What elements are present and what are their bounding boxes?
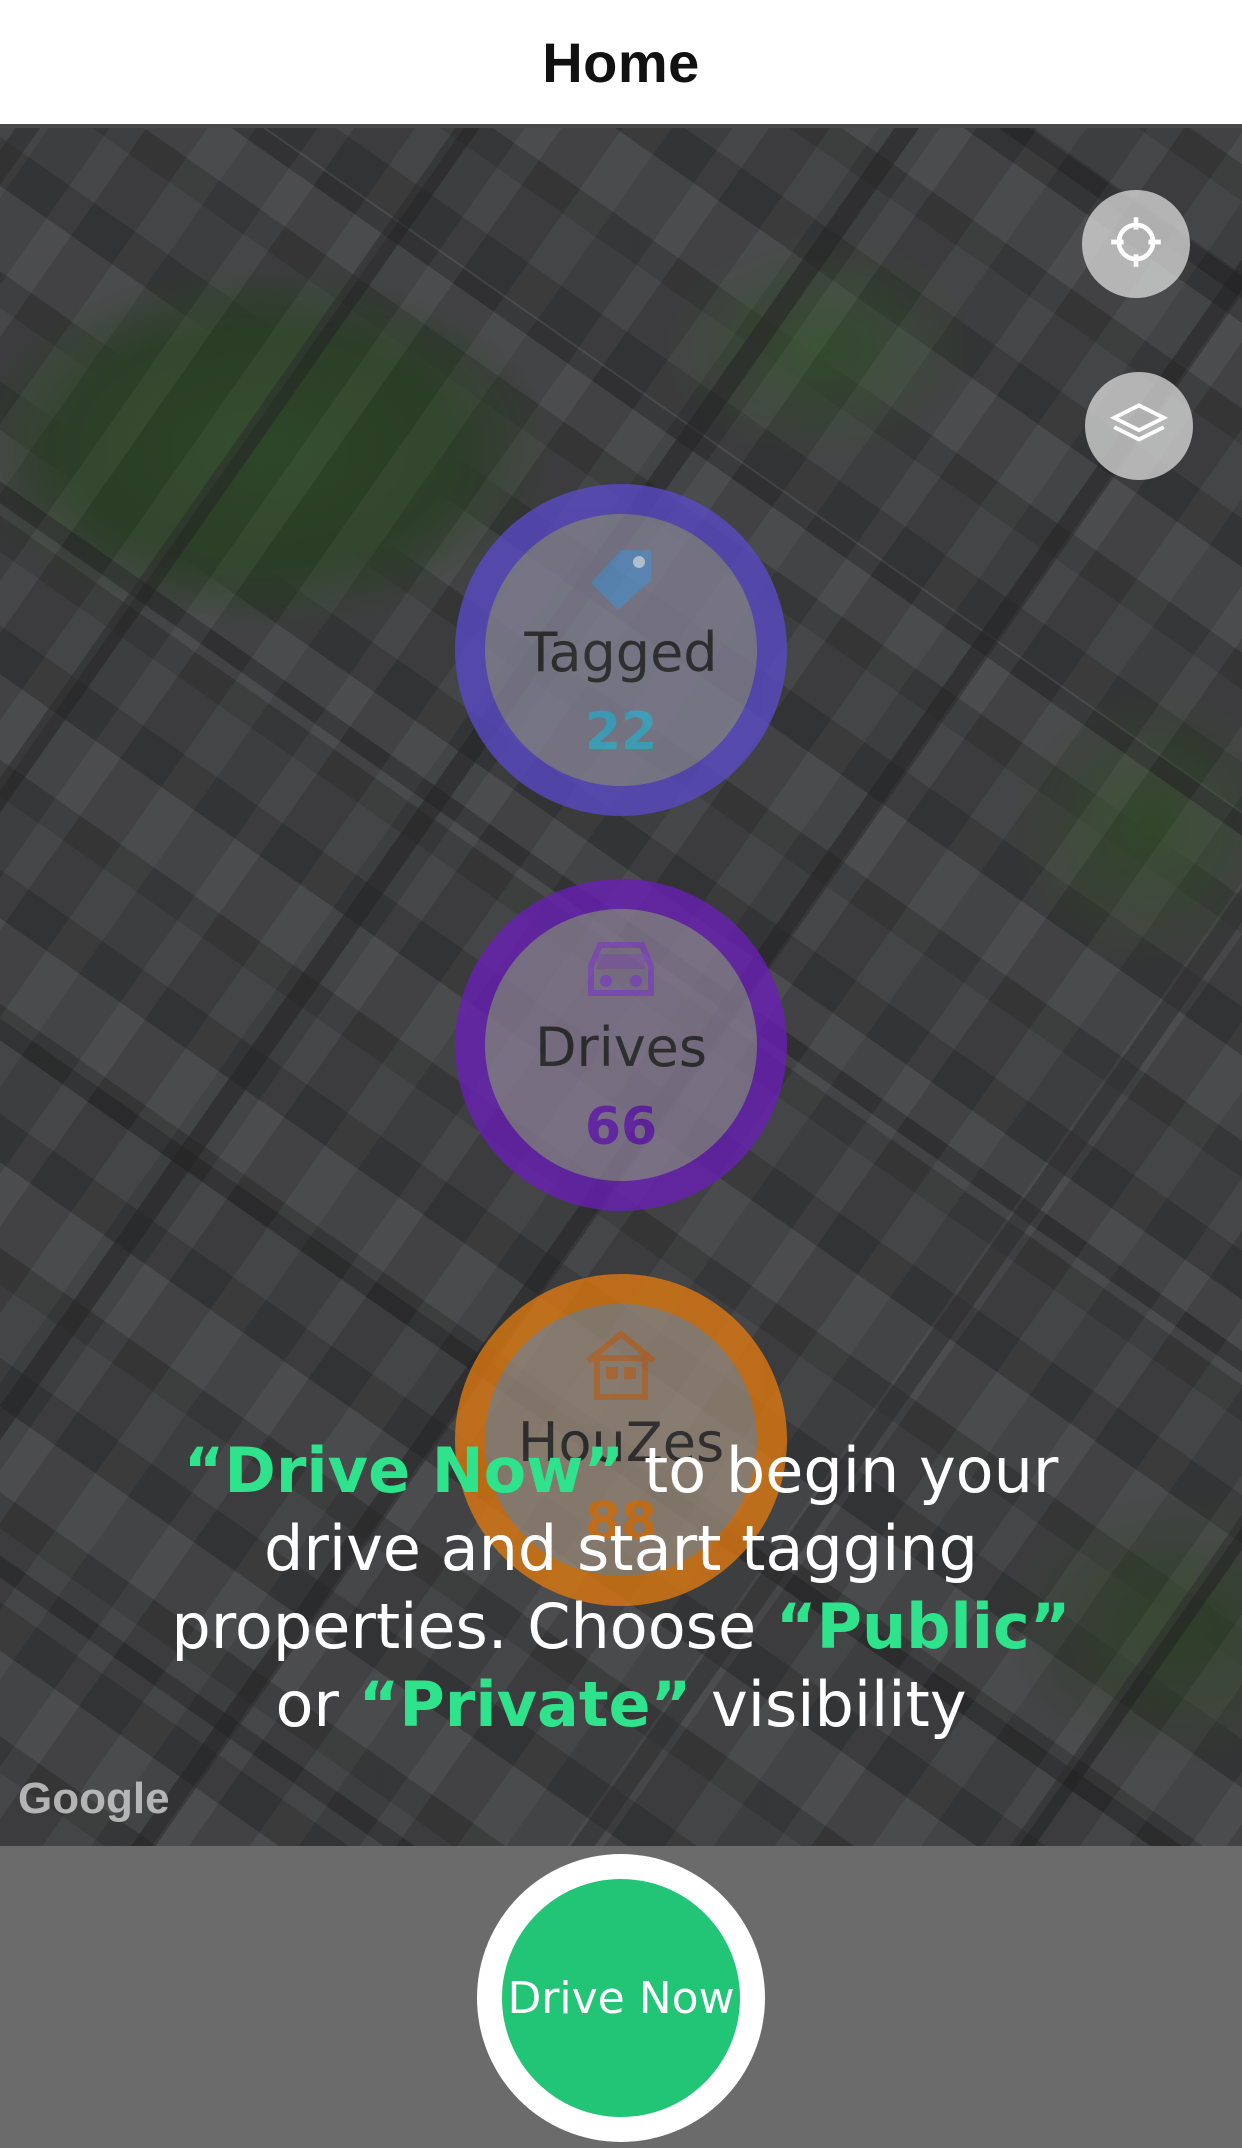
app-header: Home <box>0 0 1242 128</box>
public-highlight: “Public” <box>775 1590 1071 1663</box>
page-title: Home <box>542 30 700 94</box>
stat-drives-face: Drives 66 <box>485 909 757 1181</box>
stat-drives[interactable]: Drives 66 <box>455 879 787 1211</box>
drive-now-label: Drive Now <box>502 1879 740 2117</box>
stat-tagged-face: Tagged 22 <box>485 514 757 786</box>
drive-now-button[interactable]: Drive Now <box>477 1854 765 2142</box>
stat-tagged-label: Tagged <box>524 621 718 684</box>
house-icon <box>576 1328 666 1405</box>
stat-drives-label: Drives <box>534 1016 708 1079</box>
instruction-part: or <box>275 1668 359 1741</box>
private-highlight: “Private” <box>358 1668 692 1741</box>
stat-tagged-value: 22 <box>584 702 658 762</box>
layers-icon <box>1108 393 1170 460</box>
car-icon <box>576 933 666 1010</box>
google-attribution: Google <box>18 1774 170 1823</box>
stat-drives-value: 66 <box>584 1097 658 1157</box>
layers-button[interactable] <box>1085 372 1193 480</box>
crosshair-icon <box>1105 211 1167 278</box>
drive-instruction-text: “Drive Now” to begin your drive and star… <box>150 1432 1092 1744</box>
locate-button[interactable] <box>1082 190 1190 298</box>
drive-now-highlight: “Drive Now” <box>183 1434 625 1507</box>
tag-icon <box>576 538 666 615</box>
instruction-part: visibility <box>691 1668 967 1741</box>
stat-tagged[interactable]: Tagged 22 <box>455 484 787 816</box>
